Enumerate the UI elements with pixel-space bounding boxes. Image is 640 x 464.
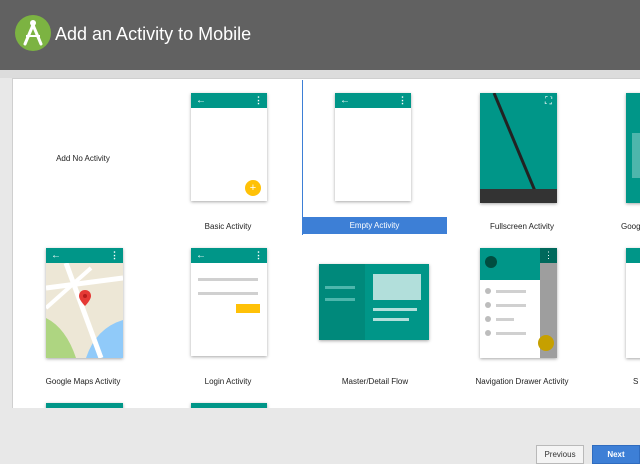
template-label: Login Activity (204, 377, 252, 386)
template-label: Navigation Drawer Activity (475, 377, 569, 386)
template-tile-google[interactable]: Google (603, 79, 640, 234)
template-tile-empty-activity[interactable]: ← ⋮ Empty Activity (302, 79, 447, 234)
back-arrow-icon: ← (196, 95, 206, 106)
master-list-line (325, 298, 355, 301)
app-bar: ← ⋮ (191, 248, 267, 263)
drawer-item-icon (485, 316, 491, 322)
drawer-avatar (485, 256, 497, 268)
template-tile-login-activity[interactable]: ← ⋮ Login Activity (153, 234, 303, 389)
template-label: Master/Detail Flow (341, 377, 409, 386)
detail-image (373, 274, 421, 300)
nav-drawer (480, 248, 540, 358)
template-label: S (633, 377, 639, 386)
overflow-menu-icon: ⋮ (254, 250, 263, 260)
app-bar: ← ⋮ (191, 93, 267, 108)
fullscreen-expand-icon: ⛶ (545, 96, 552, 107)
template-tile-fullscreen-activity[interactable]: ⛶ Fullscreen Activity (447, 79, 597, 234)
overflow-menu-icon: ⋮ (110, 250, 119, 260)
drawer-item-icon (485, 330, 491, 336)
template-label: Fullscreen Activity (489, 222, 555, 231)
master-list-line (325, 286, 355, 289)
template-tile-google-maps-activity[interactable]: ← ⋮ Google Maps Activity (13, 234, 153, 389)
template-tile-basic-activity[interactable]: ← ⋮ + Basic Activity (153, 79, 303, 234)
template-thumbnail (626, 93, 640, 203)
previous-button[interactable]: Previous (536, 445, 584, 464)
template-tile-s[interactable]: S (603, 234, 640, 389)
drawer-item-line (496, 304, 526, 307)
overflow-menu-icon: ⋮ (398, 95, 407, 105)
template-thumbnail: ← ⋮ (335, 93, 411, 201)
wizard-header: Add an Activity to Mobile (0, 0, 640, 70)
header-divider (0, 70, 640, 78)
template-label: Basic Activity (204, 222, 252, 231)
overflow-menu-icon: ⋮ (254, 95, 263, 105)
template-tile-master-detail-flow[interactable]: Master/Detail Flow (303, 234, 447, 389)
android-studio-icon (15, 15, 51, 51)
drawer-item-line (496, 318, 514, 321)
map-pin-icon (79, 290, 91, 306)
detail-text-line (373, 308, 417, 311)
email-field-line (198, 278, 258, 281)
template-thumbnail (626, 248, 640, 358)
fullscreen-diagonal (492, 93, 542, 203)
drawer-item-icon (485, 288, 491, 294)
page-title: Add an Activity to Mobile (55, 24, 252, 44)
drawer-item-line (496, 332, 526, 335)
template-label: Add No Activity (56, 154, 110, 163)
template-thumbnail: ⛶ (480, 93, 557, 203)
fab-icon (538, 335, 554, 351)
detail-text-line (373, 318, 409, 321)
template-thumbnail (319, 264, 429, 340)
template-tile-row3-a[interactable] (13, 389, 153, 409)
app-bar (626, 248, 640, 263)
template-thumbnail: ← ⋮ + (191, 93, 267, 201)
template-label: Google (621, 222, 640, 231)
template-tile-navigation-drawer-activity[interactable]: ⋮ Navigation Drawer Activity (447, 234, 597, 389)
template-thumbnail: ← ⋮ (191, 248, 267, 356)
next-button[interactable]: Next (592, 445, 640, 464)
app-bar: ← ⋮ (46, 248, 123, 263)
thumbnail-panel (632, 133, 640, 178)
nav-bar (480, 189, 557, 203)
back-arrow-icon: ← (196, 250, 206, 261)
drawer-item-icon (485, 302, 491, 308)
template-label-selected: Empty Activity (302, 217, 447, 234)
sign-in-button (236, 304, 260, 313)
overflow-menu-icon: ⋮ (540, 248, 557, 263)
drawer-item-line (496, 290, 526, 293)
master-pane (319, 264, 365, 340)
template-thumbnail: ⋮ (480, 248, 557, 358)
fab-add-icon: + (245, 180, 261, 196)
back-arrow-icon: ← (340, 95, 350, 106)
password-field-line (198, 292, 258, 295)
template-tile-row3-b[interactable] (153, 389, 303, 409)
template-thumbnail: ← ⋮ (46, 248, 123, 358)
template-gallery[interactable]: Add No Activity ← ⋮ + Basic Activity ← ⋮ E… (12, 78, 640, 409)
template-label: Google Maps Activity (45, 377, 121, 386)
app-bar: ← ⋮ (335, 93, 411, 108)
back-arrow-icon: ← (51, 250, 61, 261)
template-tile-no-activity[interactable]: Add No Activity (13, 79, 153, 234)
